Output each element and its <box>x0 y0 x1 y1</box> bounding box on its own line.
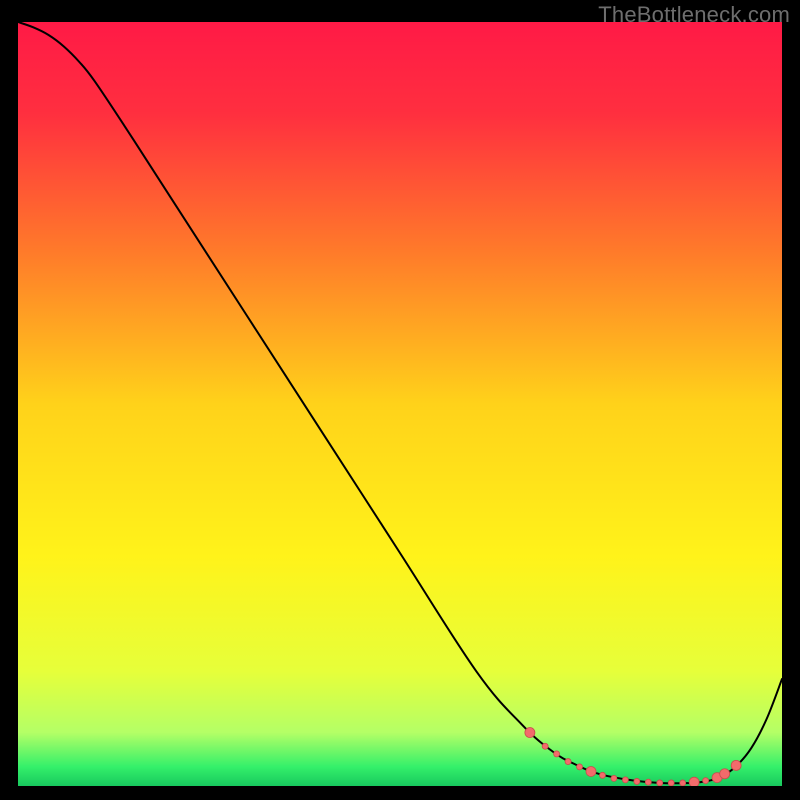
highlight-dot <box>577 764 583 770</box>
highlight-dot <box>542 743 548 749</box>
highlight-dot <box>586 766 596 776</box>
highlight-dot <box>720 769 730 779</box>
highlight-dot <box>668 780 674 786</box>
highlight-dot <box>634 778 640 784</box>
highlight-dot <box>731 760 741 770</box>
chart-frame: TheBottleneck.com <box>0 0 800 800</box>
highlight-dot <box>565 759 571 765</box>
highlight-dot <box>680 780 686 786</box>
highlight-dot <box>645 779 651 785</box>
highlight-dot <box>525 728 535 738</box>
highlight-dot <box>689 777 699 786</box>
highlight-dot <box>657 780 663 786</box>
highlight-dot <box>611 775 617 781</box>
highlight-dot <box>703 778 709 784</box>
chart-svg <box>18 22 782 786</box>
highlight-dot <box>599 772 605 778</box>
plot-area <box>18 22 782 786</box>
highlight-dot <box>622 777 628 783</box>
highlight-dot <box>554 751 560 757</box>
